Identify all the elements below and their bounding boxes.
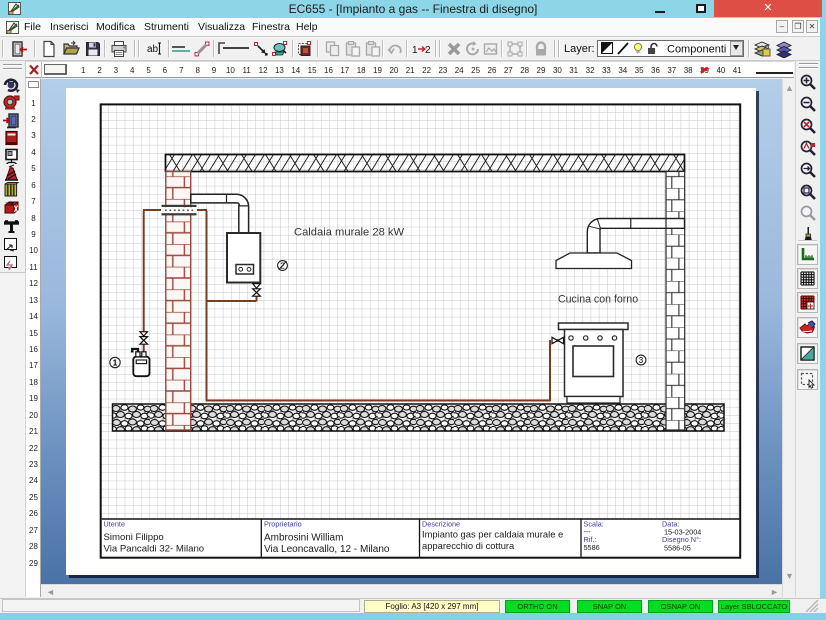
svg-text:apparecchio di cottura: apparecchio di cottura [422, 540, 515, 551]
svg-text:---: --- [584, 527, 592, 536]
svg-text:2: 2 [425, 45, 431, 56]
svg-text:Cucina con forno: Cucina con forno [558, 294, 638, 306]
svg-text:1: 1 [113, 359, 118, 368]
svg-text:Proprietario: Proprietario [264, 520, 302, 529]
svg-text:5586: 5586 [584, 543, 600, 552]
svg-text:Simoni Filippo: Simoni Filippo [104, 532, 164, 543]
svg-text:Componenti: Componenti [667, 44, 726, 56]
svg-text:ab: ab [147, 44, 159, 55]
svg-text:15-03-2004: 15-03-2004 [664, 528, 701, 537]
svg-text:Descrizione: Descrizione [422, 520, 460, 529]
svg-text:3: 3 [639, 356, 644, 365]
svg-text:Via Pancaldi 32- Milano: Via Pancaldi 32- Milano [104, 544, 205, 555]
svg-text:Caldaia murale 28 kW: Caldaia murale 28 kW [294, 227, 404, 239]
svg-text:Utente: Utente [104, 520, 126, 529]
svg-text:Impianto gas per caldaia mural: Impianto gas per caldaia murale e [422, 529, 563, 540]
svg-text:Ambrosini William: Ambrosini William [264, 533, 343, 544]
svg-text:1: 1 [412, 45, 418, 56]
svg-text:Via Leoncavallo, 12 - Milano: Via Leoncavallo, 12 - Milano [264, 544, 390, 555]
svg-text:5586-05: 5586-05 [664, 544, 691, 553]
